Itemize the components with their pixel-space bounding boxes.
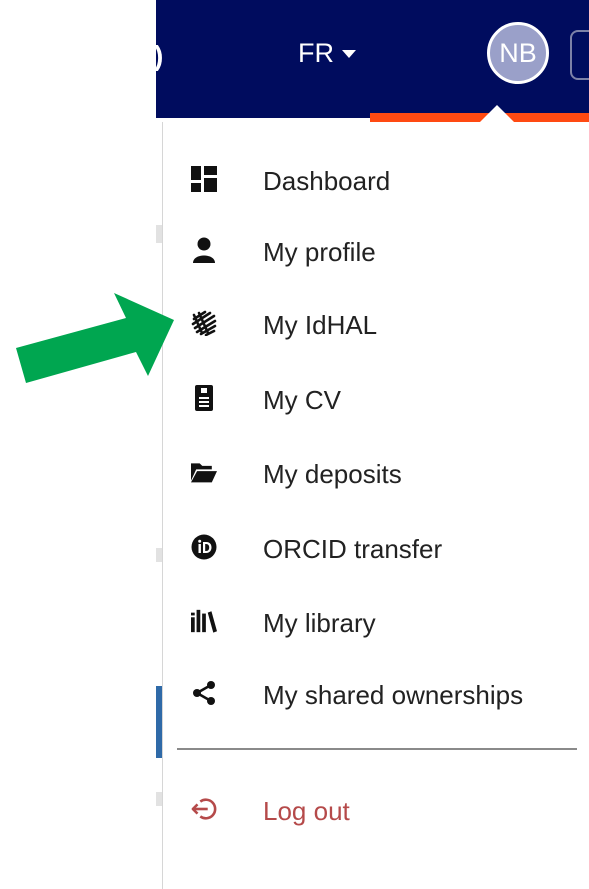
user-avatar[interactable]: NB bbox=[487, 22, 549, 84]
user-menu-toggle[interactable] bbox=[570, 30, 589, 80]
dropdown-pointer bbox=[480, 105, 514, 122]
user-icon bbox=[191, 235, 217, 265]
menu-item-label: My shared ownerships bbox=[263, 680, 524, 710]
cv-icon bbox=[191, 383, 217, 413]
user-dropdown-menu: Dashboard My profile My IdHAL My CV My d… bbox=[162, 122, 589, 889]
folder-open-icon bbox=[191, 457, 217, 487]
menu-item-library[interactable]: My library bbox=[163, 594, 589, 650]
logout-icon bbox=[191, 794, 217, 824]
dashboard-icon bbox=[191, 164, 217, 194]
menu-item-label: Dashboard bbox=[263, 166, 391, 196]
caret-down-icon bbox=[342, 49, 356, 58]
menu-item-label: My IdHAL bbox=[263, 310, 378, 340]
menu-item-label: My CV bbox=[263, 385, 341, 415]
navbar-partial-text: ) bbox=[154, 40, 164, 71]
menu-item-shared-ownerships[interactable]: My shared ownerships bbox=[163, 666, 589, 722]
menu-item-idhal[interactable]: My IdHAL bbox=[163, 296, 589, 352]
menu-item-profile[interactable]: My profile bbox=[163, 223, 589, 279]
menu-item-cv[interactable]: My CV bbox=[163, 371, 589, 427]
menu-item-orcid[interactable]: ORCID transfer bbox=[163, 520, 589, 576]
menu-item-label: Log out bbox=[263, 796, 350, 826]
language-label: FR bbox=[298, 38, 334, 68]
idhal-icon bbox=[191, 308, 217, 338]
share-icon bbox=[191, 678, 217, 708]
green-arrow-icon bbox=[16, 293, 174, 383]
avatar-initials: NB bbox=[499, 37, 537, 68]
menu-item-logout[interactable]: Log out bbox=[163, 782, 589, 838]
menu-item-label: My profile bbox=[263, 237, 376, 267]
menu-item-deposits[interactable]: My deposits bbox=[163, 445, 589, 501]
menu-item-label: My deposits bbox=[263, 459, 402, 489]
menu-divider bbox=[177, 748, 577, 750]
menu-item-dashboard[interactable]: Dashboard bbox=[163, 152, 589, 208]
library-icon bbox=[191, 606, 217, 636]
orcid-icon bbox=[191, 532, 217, 562]
menu-item-label: My library bbox=[263, 608, 376, 638]
menu-item-label: ORCID transfer bbox=[263, 534, 443, 564]
language-selector[interactable]: FR bbox=[298, 38, 356, 69]
